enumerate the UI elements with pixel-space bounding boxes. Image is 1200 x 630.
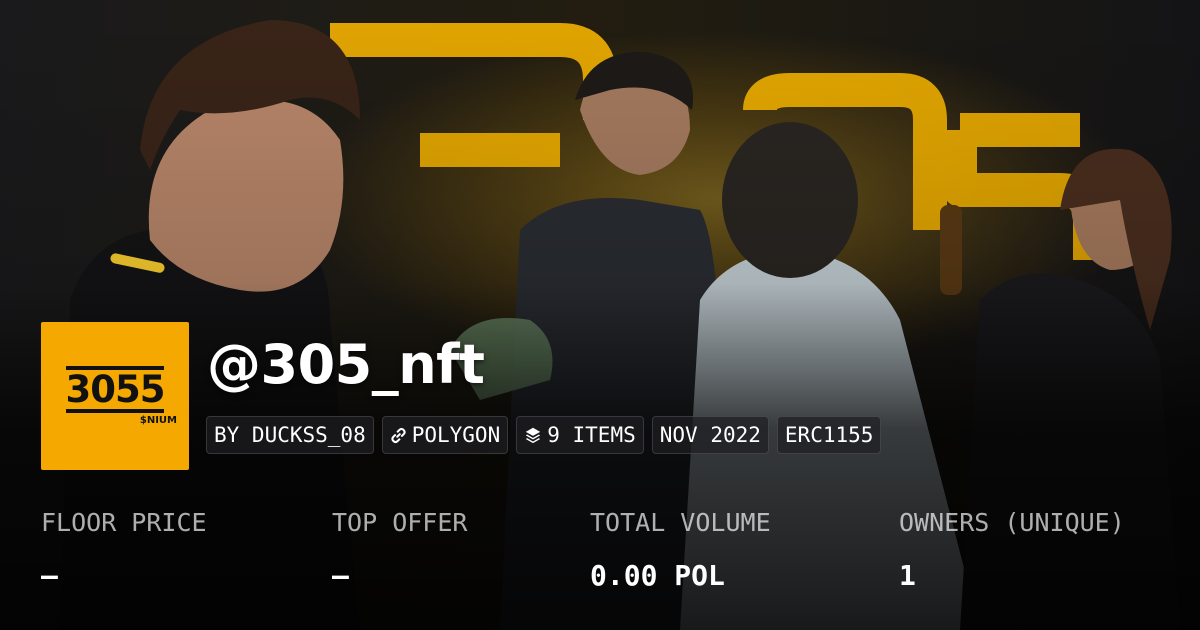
stat-label: TOP OFFER: [332, 508, 468, 537]
layers-icon: [524, 426, 542, 444]
date-chip: NOV 2022: [651, 416, 769, 454]
stat-value: 0.00 POL: [590, 559, 725, 592]
date-label: NOV 2022: [659, 423, 761, 447]
stat-floor-price: FLOOR PRICE –: [41, 508, 207, 592]
creator-label: BY DUCKSS_08: [214, 423, 366, 447]
stat-label: FLOOR PRICE: [41, 508, 207, 537]
creator-chip[interactable]: BY DUCKSS_08: [206, 416, 374, 454]
collection-logo: 3055 $NIUM: [41, 322, 189, 470]
stat-owners: OWNERS (UNIQUE) 1: [899, 508, 1125, 592]
chain-chip: POLYGON: [381, 416, 509, 454]
items-label: 9 ITEMS: [547, 423, 636, 447]
logo-subtext: $NIUM: [139, 415, 177, 426]
chain-link-icon: [390, 427, 407, 444]
standard-chip: ERC1155: [776, 416, 882, 454]
stat-top-offer: TOP OFFER –: [332, 508, 467, 592]
logo-wordmark: 3055: [65, 366, 165, 413]
stat-total-volume: TOTAL VOLUME 0.00 POL: [590, 508, 771, 592]
stat-label: TOTAL VOLUME: [590, 508, 771, 537]
chain-label: POLYGON: [411, 423, 501, 447]
stat-label: OWNERS (UNIQUE): [899, 508, 1125, 537]
standard-label: ERC1155: [784, 423, 874, 447]
collection-meta-chips: BY DUCKSS_08 POLYGON 9 ITEMS NOV 2022 ER…: [206, 416, 882, 454]
stat-value: 1: [899, 559, 916, 592]
items-chip: 9 ITEMS: [516, 416, 644, 454]
stat-value: –: [41, 559, 58, 592]
stat-value: –: [332, 559, 349, 592]
collection-title: @305_nft: [207, 333, 485, 396]
